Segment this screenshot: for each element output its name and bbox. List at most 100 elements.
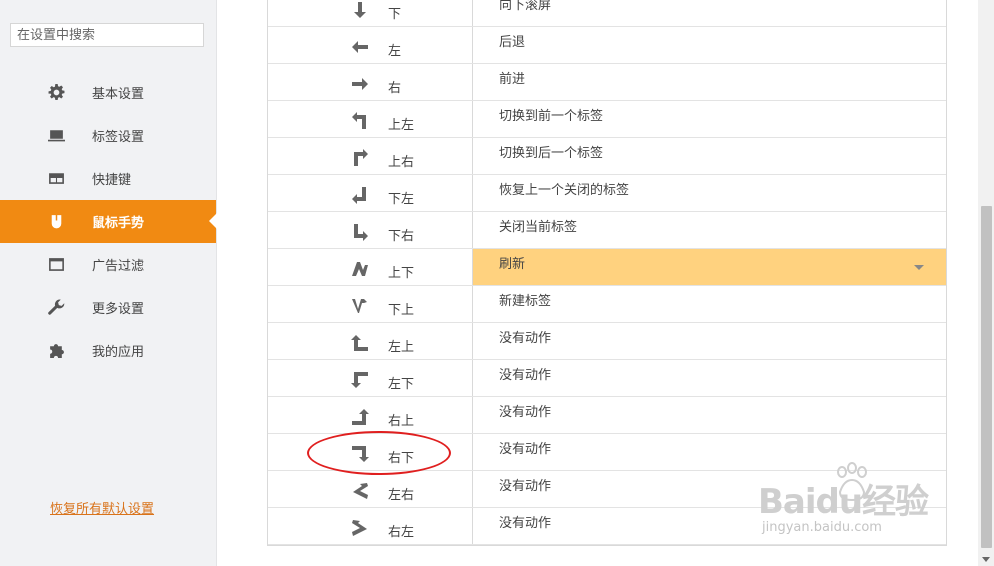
arrow-down-up-icon [350, 297, 370, 315]
sidebar-item-more[interactable]: 更多设置 [0, 286, 216, 329]
arrow-left-right-icon [350, 482, 370, 500]
table-row: 上下 刷新 [268, 249, 946, 286]
table-row: 下 向下滚屏 [268, 0, 946, 27]
sidebar-item-label: 更多设置 [92, 302, 145, 317]
table-row: 左 后退 [268, 27, 946, 64]
mouse-icon [47, 213, 65, 231]
sidebar-item-basic[interactable]: 基本设置 [0, 71, 216, 114]
gesture-label: 右上 [388, 414, 415, 429]
scroll-down-arrow-icon[interactable] [982, 557, 990, 562]
arrow-right-left-icon [350, 519, 370, 537]
arrow-left-up-icon [350, 334, 370, 352]
gesture-cell: 上下 [268, 249, 473, 285]
gesture-cell: 左上 [268, 323, 473, 359]
action-cell[interactable]: 没有动作 [473, 434, 946, 470]
gesture-cell: 右上 [268, 397, 473, 433]
gesture-cell: 下右 [268, 212, 473, 248]
table-row: 右左 没有动作 [268, 508, 946, 545]
arrow-right-up-icon [350, 408, 370, 426]
action-cell[interactable]: 向下滚屏 [473, 0, 946, 26]
action-cell[interactable]: 没有动作 [473, 471, 946, 507]
gesture-cell: 右下 [268, 434, 473, 470]
gesture-label: 上右 [388, 155, 415, 170]
wrench-icon [47, 299, 65, 317]
arrow-down-right-icon [350, 223, 370, 241]
table-row: 右上 没有动作 [268, 397, 946, 434]
action-cell[interactable]: 后退 [473, 27, 946, 63]
gesture-label: 左右 [388, 488, 415, 503]
chevron-down-icon[interactable] [914, 265, 924, 270]
action-cell[interactable]: 没有动作 [473, 323, 946, 359]
gesture-label: 右左 [388, 525, 415, 540]
action-cell[interactable]: 切换到后一个标签 [473, 138, 946, 174]
gesture-label: 上下 [388, 266, 415, 281]
gesture-table: 下 向下滚屏 左 后退 右 前进 上左 切换到前一个标签 上右 切换到后一个标签… [267, 0, 947, 546]
action-cell[interactable]: 没有动作 [473, 360, 946, 396]
scrollbar[interactable] [978, 0, 994, 566]
gesture-cell: 左 [268, 27, 473, 63]
arrow-up-left-icon [350, 112, 370, 130]
gesture-cell: 上右 [268, 138, 473, 174]
gesture-label: 右下 [388, 451, 415, 466]
sidebar-item-label: 我的应用 [92, 345, 145, 360]
sidebar: 基本设置 标签设置 快捷键 鼠标手势 广告过滤 [0, 0, 217, 566]
gesture-cell: 下上 [268, 286, 473, 322]
gesture-cell: 右 [268, 64, 473, 100]
table-row: 左下 没有动作 [268, 360, 946, 397]
action-cell[interactable]: 没有动作 [473, 397, 946, 433]
gesture-cell: 下 [268, 0, 473, 26]
action-cell[interactable]: 恢复上一个关闭的标签 [473, 175, 946, 211]
reset-defaults-link[interactable]: 恢复所有默认设置 [50, 498, 154, 517]
window-icon [47, 256, 65, 274]
sidebar-item-mouse-gestures[interactable]: 鼠标手势 [0, 200, 217, 243]
gesture-cell: 左下 [268, 360, 473, 396]
table-row: 上左 切换到前一个标签 [268, 101, 946, 138]
table-row: 左上 没有动作 [268, 323, 946, 360]
arrow-right-down-icon [350, 445, 370, 463]
sidebar-item-apps[interactable]: 我的应用 [0, 329, 216, 372]
gesture-label: 下 [388, 7, 402, 22]
gesture-label: 下右 [388, 229, 415, 244]
laptop-icon [47, 127, 65, 145]
sidebar-item-label: 广告过滤 [92, 259, 145, 274]
arrow-left-icon [350, 38, 370, 56]
puzzle-icon [47, 342, 65, 360]
keyboard-icon [47, 170, 65, 188]
arrow-left-down-icon [350, 371, 370, 389]
gesture-cell: 左右 [268, 471, 473, 507]
gesture-label: 右 [388, 81, 402, 96]
sidebar-item-label: 标签设置 [92, 130, 145, 145]
action-cell[interactable]: 新建标签 [473, 286, 946, 322]
gesture-label: 左上 [388, 340, 415, 355]
action-cell[interactable]: 没有动作 [473, 508, 946, 544]
table-row: 下上 新建标签 [268, 286, 946, 323]
sidebar-nav: 基本设置 标签设置 快捷键 鼠标手势 广告过滤 更多设置 我的应用 [0, 71, 217, 372]
sidebar-item-label: 鼠标手势 [92, 216, 145, 231]
sidebar-item-tabs[interactable]: 标签设置 [0, 114, 216, 157]
gesture-label: 下上 [388, 303, 415, 318]
table-row: 左右 没有动作 [268, 471, 946, 508]
sidebar-item-label: 快捷键 [92, 173, 132, 188]
scrollbar-thumb[interactable] [981, 206, 992, 548]
gesture-cell: 下左 [268, 175, 473, 211]
settings-search-input[interactable] [10, 23, 204, 47]
table-row: 上右 切换到后一个标签 [268, 138, 946, 175]
action-select-value: 刷新 [499, 257, 526, 272]
sidebar-item-shortcuts[interactable]: 快捷键 [0, 157, 216, 200]
sidebar-item-adblock[interactable]: 广告过滤 [0, 243, 216, 286]
action-select[interactable]: 刷新 [473, 249, 946, 285]
sidebar-item-label: 基本设置 [92, 87, 145, 102]
table-row: 右 前进 [268, 64, 946, 101]
arrow-up-down-icon [350, 260, 370, 278]
arrow-right-icon [350, 75, 370, 93]
gesture-label: 左 [388, 44, 402, 59]
arrow-up-right-icon [350, 149, 370, 167]
action-cell[interactable]: 关闭当前标签 [473, 212, 946, 248]
action-cell[interactable]: 前进 [473, 64, 946, 100]
arrow-down-icon [350, 1, 370, 19]
gear-icon [47, 84, 65, 102]
table-row: 下左 恢复上一个关闭的标签 [268, 175, 946, 212]
arrow-down-left-icon [350, 186, 370, 204]
action-cell[interactable]: 切换到前一个标签 [473, 101, 946, 137]
gesture-label: 左下 [388, 377, 415, 392]
